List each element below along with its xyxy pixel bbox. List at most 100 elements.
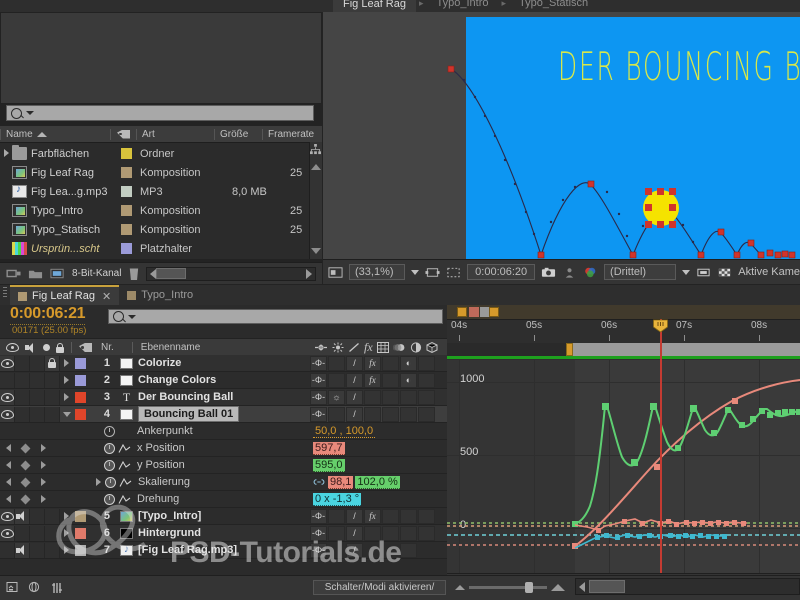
solo-toggle[interactable] [30, 526, 45, 541]
frame-blend-switch[interactable] [382, 509, 399, 524]
scroll-up-icon[interactable] [311, 164, 321, 170]
playhead-line[interactable] [660, 319, 662, 573]
chevron-down-icon[interactable] [682, 270, 690, 275]
interpret-footage-icon[interactable] [50, 267, 65, 280]
add-keyframe-icon[interactable] [21, 477, 31, 487]
region-of-interest-icon[interactable] [425, 266, 440, 279]
audio-toggle[interactable] [15, 407, 30, 422]
quality-switch[interactable]: / [346, 543, 363, 558]
playhead-marker-icon[interactable] [651, 319, 670, 333]
scroll-left-icon[interactable] [579, 582, 585, 592]
work-area-end-marker[interactable] [489, 307, 499, 317]
property-name[interactable]: x Position [135, 442, 185, 454]
tab-fig-leaf-rag[interactable]: Fig Leaf Rag [333, 0, 416, 12]
video-toggle[interactable] [0, 543, 15, 558]
lock-toggle[interactable] [45, 407, 60, 422]
quality-switch[interactable]: / [346, 509, 363, 524]
timeline-zoom-slider[interactable] [455, 580, 565, 595]
adjustment-switch[interactable]: ◐ [400, 373, 417, 388]
layer-row-fig-leaf-rag-mp3[interactable]: 7 [Fig Leaf Rag.mp3] -Φ- / [0, 542, 447, 559]
collapse-switch[interactable] [328, 407, 345, 422]
grid-guides-icon[interactable] [446, 266, 461, 279]
work-area-start-marker[interactable] [457, 307, 467, 317]
work-area-bar[interactable] [569, 343, 800, 356]
solo-toggle[interactable] [30, 356, 45, 371]
timecode-display[interactable]: 0:00:06:21 00171 (25.00 fps) [0, 305, 105, 338]
next-keyframe-icon[interactable] [41, 478, 46, 486]
previous-keyframe-icon[interactable] [6, 461, 11, 469]
adjustment-switch[interactable]: ◐ [400, 356, 417, 371]
effects-switch[interactable] [364, 526, 381, 541]
current-time-display[interactable]: 0:00:06:20 [467, 264, 535, 280]
parent-switch[interactable]: -Φ- [310, 407, 327, 422]
3d-switch[interactable] [418, 526, 435, 541]
layer-row-change-colors[interactable]: 2 Change Colors -Φ- / fx ◐ [0, 372, 447, 389]
layer-disclosure-icon[interactable] [60, 376, 73, 384]
label-color-swatch[interactable] [121, 205, 132, 216]
column-header-type[interactable]: Art [136, 129, 214, 140]
label-tag-icon[interactable] [79, 343, 92, 352]
time-ruler[interactable]: 04s 05s 06s 07s 08s [447, 319, 800, 343]
speaker-icon[interactable] [25, 343, 37, 353]
scroll-thumb[interactable] [156, 268, 186, 279]
project-horizontal-scrollbar[interactable] [146, 267, 316, 281]
parent-switch[interactable]: -Φ- [310, 356, 327, 371]
property-name[interactable]: Drehung [135, 493, 179, 505]
layer-label-color[interactable] [75, 375, 86, 386]
column-header-size[interactable]: Größe [214, 129, 262, 140]
column-header-name[interactable]: Name [0, 129, 110, 140]
frame-blend-switch[interactable] [382, 407, 399, 422]
adjustment-switch[interactable] [400, 407, 417, 422]
timeline-search-input[interactable] [108, 309, 443, 324]
solo-toggle[interactable] [30, 543, 45, 558]
previous-keyframe-icon[interactable] [6, 444, 11, 452]
collapse-switch[interactable] [328, 356, 345, 371]
collapse-switch[interactable]: ☼ [328, 390, 345, 405]
zoom-level-dropdown[interactable]: (33,1%) [349, 264, 405, 280]
quality-switch[interactable]: / [346, 356, 363, 371]
audio-toggle[interactable] [15, 356, 30, 371]
collapse-switch[interactable] [328, 509, 345, 524]
panel-grip-icon[interactable] [3, 285, 7, 297]
draft-3d-icon[interactable] [28, 581, 44, 595]
layer-label-color[interactable] [75, 545, 86, 556]
solo-toggle[interactable] [30, 509, 45, 524]
effects-switch[interactable]: fx [364, 373, 381, 388]
property-row-ankerpunkt[interactable]: Ankerpunkt 50,0 , 100,0 [0, 423, 447, 440]
lock-toggle[interactable] [45, 356, 60, 371]
comp-mini-flowchart-icon[interactable] [6, 581, 22, 595]
layer-name[interactable]: [Typo_Intro] [138, 510, 201, 522]
audio-toggle[interactable] [15, 373, 30, 388]
zoom-thumb[interactable] [525, 582, 533, 593]
3d-switch[interactable] [418, 509, 435, 524]
property-name[interactable]: Ankerpunkt [135, 425, 193, 437]
lock-toggle[interactable] [45, 390, 60, 405]
layer-disclosure-icon[interactable] [60, 393, 73, 401]
zoom-track[interactable] [469, 586, 547, 589]
property-row-skalierung[interactable]: Skalierung 98,1 102,0 % [0, 474, 447, 491]
property-value-x[interactable]: 98,1 [328, 476, 353, 489]
project-item-fig-leaf-rag[interactable]: Fig Leaf Rag Komposition 25 [0, 163, 322, 182]
quality-switch[interactable]: / [346, 390, 363, 405]
project-item-typo-statisch[interactable]: Typo_Statisch Komposition 25 [0, 220, 322, 239]
composition-viewer[interactable]: DER BOUNCING BALL [323, 12, 800, 259]
resolution-dropdown[interactable]: (Drittel) [604, 264, 676, 280]
new-composition-icon[interactable] [6, 267, 21, 280]
layer-disclosure-icon[interactable] [60, 529, 73, 537]
lock-toggle[interactable] [45, 373, 60, 388]
graph-curve-icon[interactable] [119, 477, 132, 488]
timeline-tab-typo-intro[interactable]: Typo_Intro [119, 285, 201, 305]
layer-label-color[interactable] [75, 392, 86, 403]
adjustment-switch[interactable] [400, 390, 417, 405]
solo-icon[interactable] [43, 344, 50, 351]
show-snapshot-icon[interactable] [562, 266, 577, 279]
scroll-thumb[interactable] [589, 580, 625, 593]
layer-name-editing[interactable]: Bouncing Ball 01 [138, 406, 239, 422]
scroll-right-icon[interactable] [306, 269, 312, 279]
work-area-start-handle[interactable] [566, 343, 573, 356]
video-toggle[interactable] [0, 407, 15, 422]
project-item-ursprung[interactable]: Ursprün...scht Platzhalter [0, 239, 322, 258]
graph-editor[interactable]: 04s 05s 06s 07s 08s [447, 305, 800, 600]
frame-blend-switch[interactable] [382, 373, 399, 388]
layer-disclosure-icon[interactable] [60, 359, 73, 367]
